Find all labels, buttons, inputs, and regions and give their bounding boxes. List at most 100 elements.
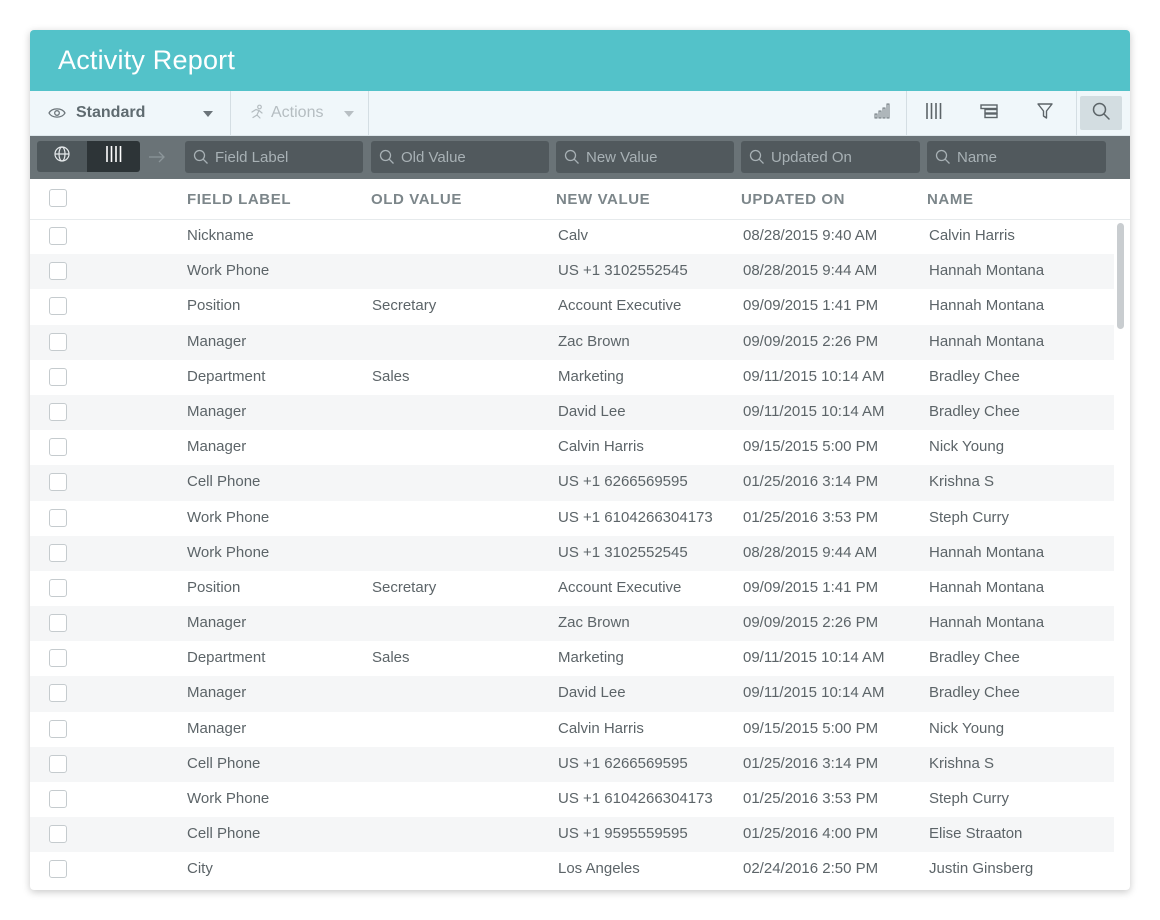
toolbar-divider [906, 91, 907, 135]
field-label-cell: Cell Phone [187, 825, 261, 843]
table-row[interactable]: Cell Phone US +1 9595559595 01/25/2016 4:0… [30, 817, 1114, 853]
new-value-filter-input[interactable] [584, 147, 728, 167]
filter-button[interactable] [1024, 91, 1066, 135]
table-row[interactable]: Manager David Lee 09/11/2015 10:14 AM Bradl… [30, 676, 1114, 712]
updated-on-filter-input[interactable] [769, 147, 913, 167]
select-all-checkbox[interactable] [49, 189, 67, 207]
globe-toggle-button[interactable] [37, 141, 87, 172]
table-row[interactable]: Manager David Lee 09/11/2015 10:14 AM Bradl… [30, 394, 1114, 431]
view-selector[interactable]: Standard [30, 91, 231, 135]
new-value-filter[interactable] [556, 141, 734, 173]
field-label-cell: Position [187, 578, 241, 596]
row-checkbox[interactable] [49, 825, 67, 844]
table-row[interactable]: Work Phone US +1 3102552545 08/28/2015 9:4… [30, 535, 1114, 571]
field-label-cell: Work Phone [187, 790, 270, 807]
new-value-cell: US +1 6104266304173 [558, 508, 713, 526]
column-header-updated-on[interactable]: UPDATED ON [741, 191, 845, 208]
updated-on-cell: 01/25/2016 3:14 PM [743, 754, 879, 772]
column-header-name[interactable]: NAME [927, 191, 974, 208]
table-row[interactable]: Manager Calvin Harris 09/15/2015 5:00 PM Ni… [30, 712, 1114, 747]
table-row[interactable]: Nickname Calv 08/28/2015 9:40 AM Calvin Har… [30, 219, 1114, 254]
scrollbar-thumb[interactable] [1117, 223, 1124, 329]
table-row[interactable]: Department Sales Marketing 09/11/2015 10:14… [30, 360, 1114, 395]
field-label-cell: Manager [187, 332, 247, 350]
updated-on-cell: 09/15/2015 5:00 PM [743, 719, 879, 737]
table-row[interactable]: Manager Calvin Harris 09/15/2015 5:00 PM Ni… [30, 430, 1114, 465]
name-filter-input[interactable] [955, 147, 1099, 167]
name-cell: Hannah Montana [929, 614, 1045, 632]
table-row[interactable]: Work Phone US +1 6104266304173 01/25/2016 … [30, 501, 1114, 536]
row-checkbox[interactable] [49, 614, 67, 633]
table-row[interactable]: City Los Angeles 02/24/2016 2:50 PM Justin … [30, 852, 1114, 887]
new-value-cell: David Lee [558, 684, 626, 702]
column-header-old-value[interactable]: OLD VALUE [371, 191, 462, 208]
search-button[interactable] [1080, 96, 1122, 130]
updated-on-cell: 01/25/2016 3:53 PM [743, 508, 879, 526]
field-label-filter-input[interactable] [213, 147, 357, 167]
title-bar: Activity Report [30, 30, 1130, 91]
name-cell: Hannah Montana [929, 262, 1045, 280]
table-row[interactable]: Work Phone US +1 3102552545 08/28/2015 9:4… [30, 254, 1114, 290]
row-checkbox[interactable] [49, 719, 67, 738]
field-label-cell: Work Phone [187, 262, 270, 280]
name-cell: Calvin Harris [929, 227, 1015, 244]
field-label-cell: Department [187, 367, 266, 385]
row-checkbox[interactable] [49, 438, 67, 457]
new-value-cell: Zac Brown [558, 614, 630, 632]
row-checkbox[interactable] [49, 649, 67, 668]
group-icon [979, 102, 999, 125]
row-checkbox[interactable] [49, 860, 67, 879]
new-value-cell: Calvin Harris [558, 719, 644, 737]
row-checkbox[interactable] [49, 578, 67, 597]
row-checkbox[interactable] [49, 402, 67, 421]
table-row[interactable]: Position Secretary Account Executive 09/09/… [30, 289, 1114, 324]
search-icon [564, 149, 579, 164]
row-checkbox[interactable] [49, 227, 67, 245]
group-button[interactable] [968, 91, 1010, 135]
old-value-filter-input[interactable] [399, 147, 543, 167]
updated-on-cell: 01/25/2016 4:00 PM [743, 825, 879, 843]
old-value-cell: Secretary [372, 297, 437, 315]
table-row[interactable]: Work Phone US +1 6104266304173 01/25/2016 … [30, 782, 1114, 817]
table-body: Nickname Calv 08/28/2015 9:40 AM Calvin Har… [30, 219, 1114, 888]
table-row[interactable]: Department Sales Marketing 09/11/2015 10:14… [30, 641, 1114, 676]
row-checkbox[interactable] [49, 790, 67, 808]
row-checkbox[interactable] [49, 297, 67, 316]
table-row[interactable]: Manager Zac Brown 09/09/2015 2:26 PM Hannah… [30, 324, 1114, 360]
row-checkbox[interactable] [49, 543, 67, 562]
row-checkbox[interactable] [49, 367, 67, 386]
table-row[interactable]: Manager Zac Brown 09/09/2015 2:26 PM Hannah… [30, 606, 1114, 642]
row-checkbox[interactable] [49, 508, 67, 527]
row-checkbox[interactable] [49, 684, 67, 703]
name-filter[interactable] [927, 141, 1106, 173]
row-checkbox[interactable] [49, 262, 67, 281]
columns-toggle-button[interactable] [87, 141, 140, 172]
new-value-cell: Calvin Harris [558, 438, 644, 456]
table-row[interactable]: Cell Phone US +1 6266569595 01/25/2016 3:1… [30, 465, 1114, 501]
field-label-filter[interactable] [185, 141, 363, 173]
name-cell: Justin Ginsberg [929, 860, 1034, 878]
columns-icon [105, 145, 123, 168]
name-cell: Hannah Montana [929, 578, 1045, 596]
updated-on-filter[interactable] [741, 141, 920, 173]
new-value-cell: Marketing [558, 367, 624, 385]
updated-on-cell: 08/28/2015 9:44 AM [743, 262, 878, 280]
name-cell: Steph Curry [929, 508, 1010, 526]
view-selector-label: Standard [76, 104, 146, 121]
row-checkbox[interactable] [49, 754, 67, 773]
actions-menu[interactable]: Actions [230, 91, 369, 135]
table-row[interactable]: Position Secretary Account Executive 09/09/… [30, 571, 1114, 606]
column-header-field-label[interactable]: FIELD LABEL [187, 191, 291, 208]
table-row[interactable]: Cell Phone US +1 6266569595 01/25/2016 3:1… [30, 746, 1114, 782]
chart-button[interactable] [862, 91, 904, 135]
new-value-cell: Marketing [558, 649, 624, 667]
column-header-new-value[interactable]: NEW VALUE [556, 191, 650, 208]
columns-button[interactable] [913, 91, 955, 135]
row-checkbox[interactable] [49, 332, 67, 351]
field-label-cell: Manager [187, 614, 247, 632]
updated-on-cell: 01/25/2016 3:14 PM [743, 473, 879, 491]
field-label-cell: Cell Phone [187, 473, 261, 491]
old-value-filter[interactable] [371, 141, 549, 173]
row-checkbox[interactable] [49, 473, 67, 492]
updated-on-cell: 09/11/2015 10:14 AM [743, 367, 885, 385]
